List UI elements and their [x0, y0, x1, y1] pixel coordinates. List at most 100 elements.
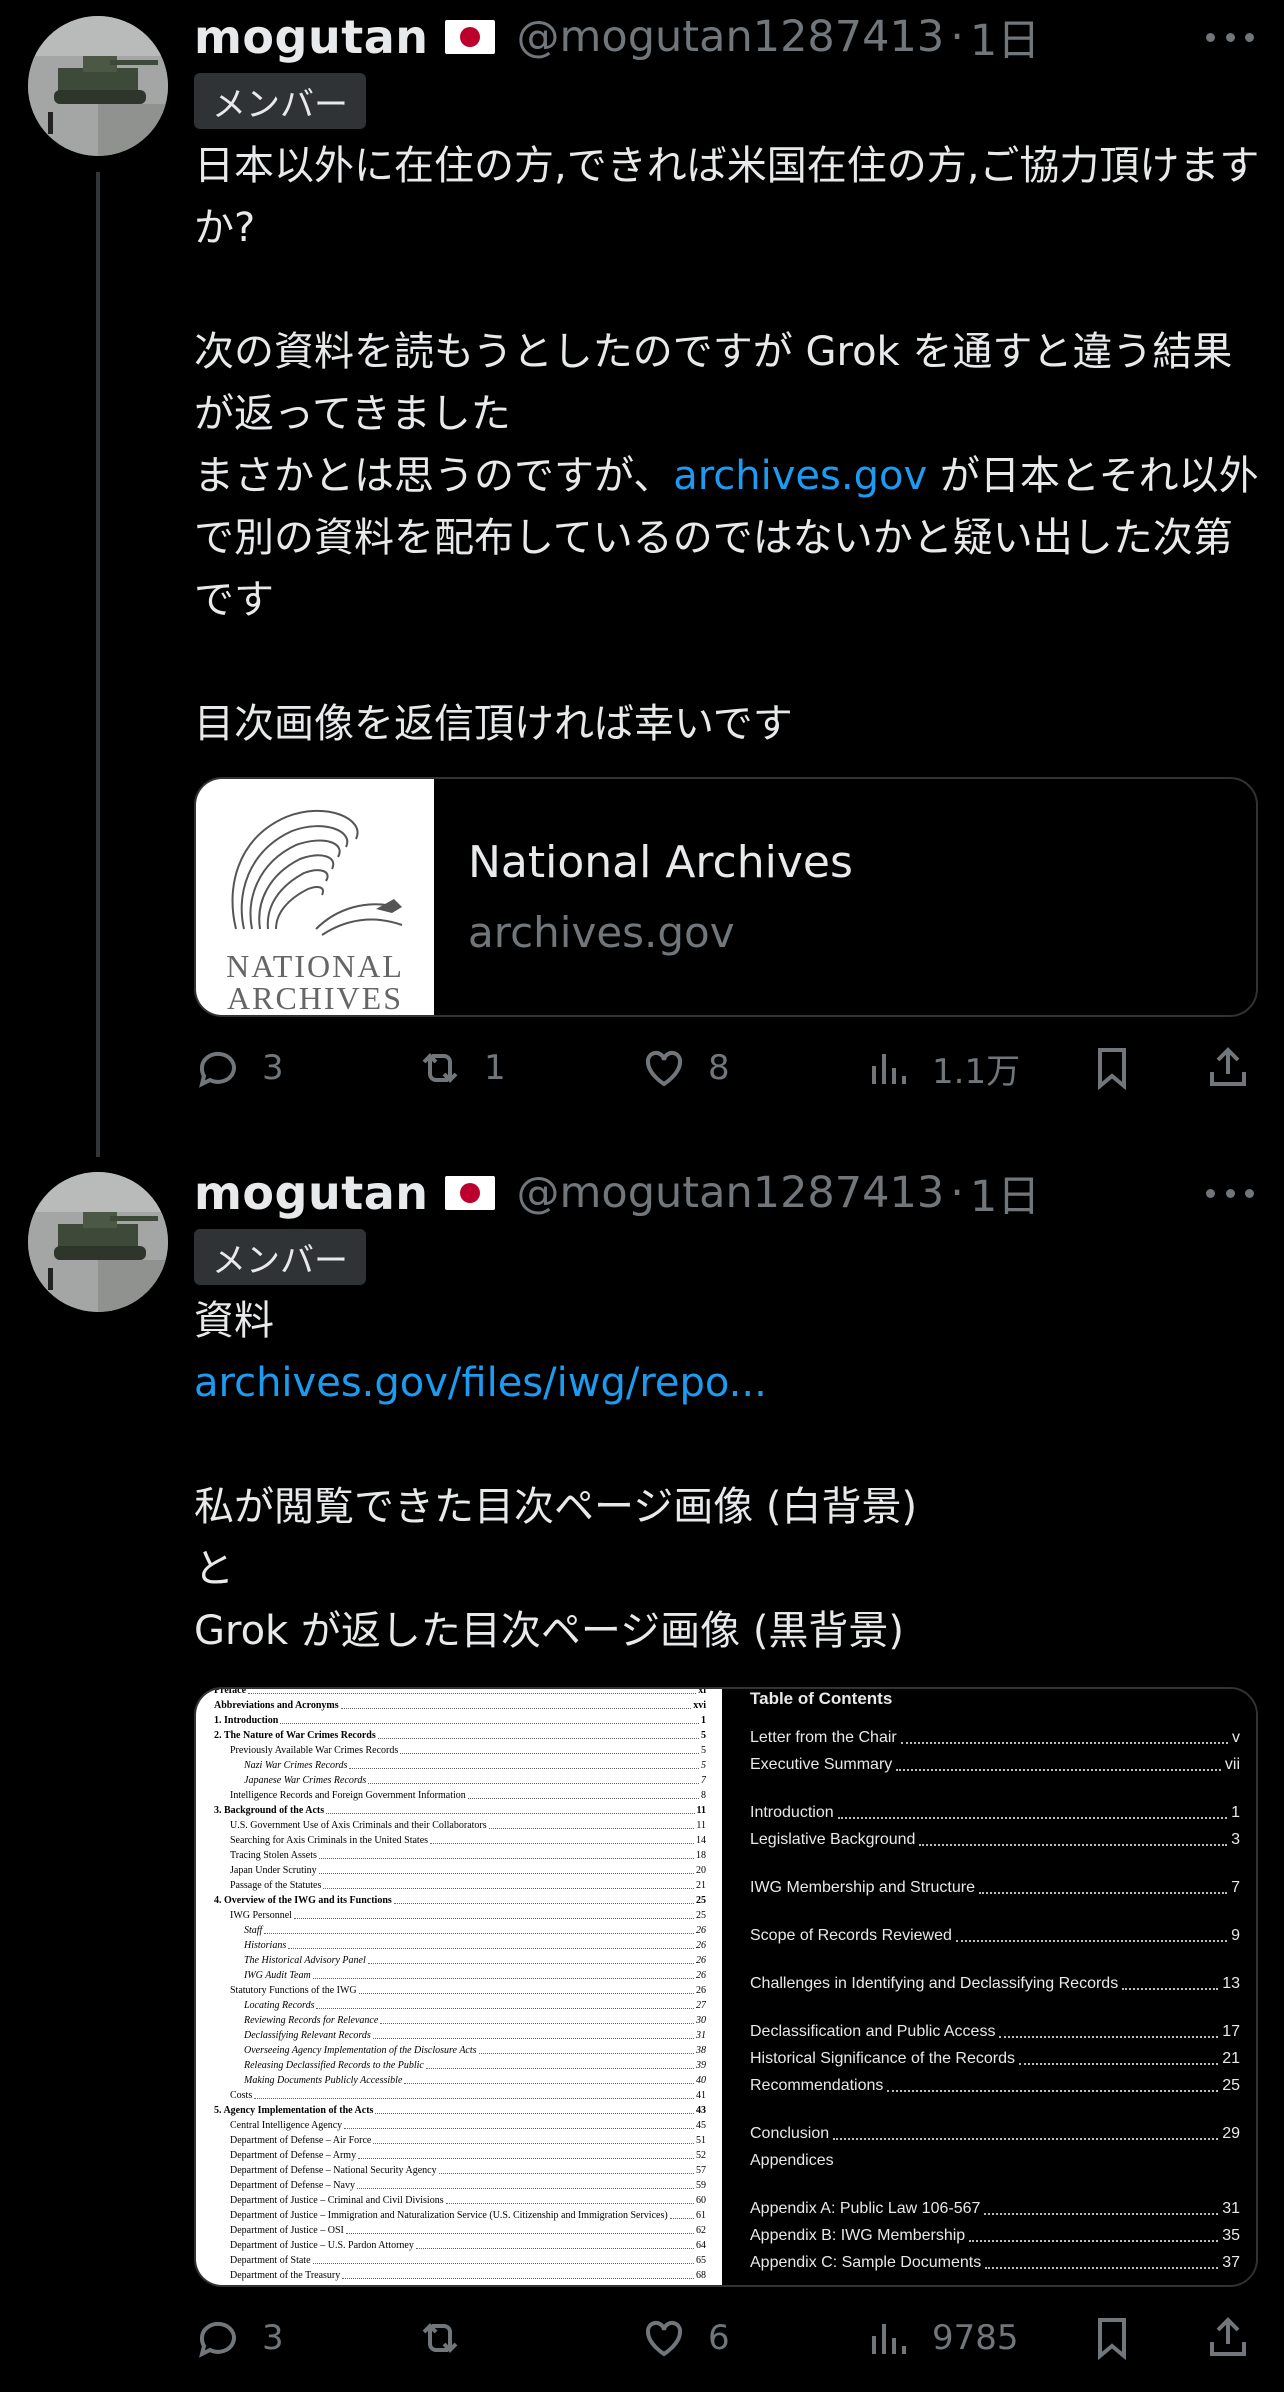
toc-white-row: Department of Justice – U.S. Pardon Atto… — [214, 2238, 706, 2253]
toc-leader-dots — [393, 1893, 694, 1904]
toc-black-row: Declassification and Public Access 17 — [750, 2019, 1240, 2045]
action-bar: 3 1 8 1.1万 — [194, 1038, 1264, 1098]
toc-white-row: 2. The Nature of War Crimes Records 5 — [214, 1728, 706, 1743]
toc-white-entry: Department of Justice – OSI — [230, 2225, 344, 2236]
toc-white-page: 25 — [696, 1910, 706, 1921]
views-button[interactable]: 1.1万 — [864, 1038, 1020, 1098]
views-button[interactable]: 9785 — [864, 2308, 1019, 2368]
toc-white-row: Locating Records 27 — [214, 1998, 706, 2013]
repost-icon — [422, 2323, 458, 2353]
toc-black-row: Letter from the Chair v — [750, 1725, 1240, 1751]
toc-white-row: Staff 26 — [214, 1923, 706, 1938]
reply-button[interactable]: 3 — [194, 1038, 284, 1098]
toc-white-row: 3. Background of the Acts 11 — [214, 1803, 706, 1818]
toc-leader-dots — [318, 1848, 694, 1859]
toc-white-entry: Department of Justice – Criminal and Civ… — [230, 2195, 444, 2206]
toc-leader-dots — [373, 2133, 694, 2144]
more-options-icon[interactable] — [1206, 30, 1254, 44]
avatar-image — [28, 1172, 168, 1312]
toc-white-page: 11 — [696, 1805, 706, 1816]
toc-black-row: Historical Significance of the Records 21 — [750, 2046, 1240, 2072]
toc-leader-dots — [264, 1923, 694, 1934]
more-options-icon[interactable] — [1206, 1186, 1254, 1200]
bookmark-button[interactable] — [1088, 2308, 1156, 2368]
toc-black-entry: Scope of Records Reviewed — [750, 1927, 952, 1944]
avatar[interactable] — [28, 1172, 168, 1312]
toc-black-page: vii — [1224, 1756, 1240, 1773]
toc-white-entry: Statutory Functions of the IWG — [230, 1985, 357, 1996]
toc-leader-dots — [323, 1878, 694, 1889]
bookmark-button[interactable] — [1088, 1038, 1156, 1098]
toc-leader-dots — [955, 1923, 1228, 1942]
toc-black-row: Recommendations 25 — [750, 2073, 1240, 2099]
share-button[interactable] — [1204, 2308, 1272, 2368]
media-image[interactable]: Preface xi Abbreviations and Acronyms xvi 1.… — [194, 1687, 1258, 2287]
timestamp[interactable]: 1日 — [970, 6, 1040, 68]
toc-leader-dots — [488, 1818, 695, 1829]
views-icon — [872, 1054, 906, 1084]
toc-white-row: Japanese War Crimes Records 7 — [214, 1773, 706, 1788]
toc-leader-dots — [467, 1788, 699, 1799]
toc-white-page: 65 — [696, 2255, 706, 2266]
toc-leader-dots — [1019, 2046, 1219, 2065]
reply-count: 3 — [262, 1048, 284, 1088]
toc-leader-dots — [312, 2253, 694, 2264]
toc-white-page: 11 — [696, 1820, 706, 1831]
toc-white-entry: The Historical Advisory Panel — [244, 1955, 366, 1966]
toc-white-row: Department of Justice – Criminal and Civ… — [214, 2193, 706, 2208]
toc-black-entry: Recommendations — [750, 2077, 884, 2094]
toc-leader-dots — [438, 2163, 694, 2174]
toc-white-page: 61 — [696, 2210, 706, 2221]
document-link[interactable]: archives.gov/files/iwg/repo... — [194, 1360, 767, 1406]
toc-leader-dots — [896, 1752, 1221, 1771]
author-name[interactable]: mogutan — [194, 1166, 429, 1220]
reply-count: 3 — [262, 2318, 284, 2358]
toc-black-entry: Appendix B: IWG Membership — [750, 2227, 966, 2244]
toc-white-entry: Preface — [214, 1689, 247, 1696]
repost-button[interactable] — [416, 2308, 484, 2368]
timestamp[interactable]: 1日 — [970, 1162, 1040, 1224]
toc-white-page: 1 — [701, 1715, 706, 1726]
repost-button[interactable]: 1 — [416, 1038, 506, 1098]
link-card[interactable]: NATIONAL ARCHIVES National Archives arch… — [194, 777, 1258, 1017]
toc-leader-dots — [1122, 1971, 1219, 1990]
like-button[interactable]: 8 — [640, 1038, 730, 1098]
toc-leader-dots — [344, 2118, 694, 2129]
like-count: 6 — [708, 2318, 730, 2358]
share-icon — [1210, 2317, 1246, 2356]
toc-black-entry: Conclusion — [750, 2125, 830, 2142]
logo-text-national: NATIONAL — [226, 948, 404, 984]
toc-leader-dots — [478, 2043, 694, 2054]
toc-black-page: 17 — [1222, 2023, 1240, 2040]
toc-white-row: Preface xi — [214, 1689, 706, 1698]
toc-white-page: 45 — [696, 2120, 706, 2131]
toc-black-row: Appendix B: IWG Membership 35 — [750, 2223, 1240, 2249]
toc-leader-dots — [356, 2178, 694, 2189]
author-handle[interactable]: @mogutan1287413 — [517, 12, 945, 62]
toc-black-row: Appendix C: Sample Documents 37 — [750, 2250, 1240, 2276]
toc-white-row: Costs 41 — [214, 2088, 706, 2103]
toc-leader-dots — [248, 1689, 697, 1694]
toc-white-page: 57 — [696, 2165, 706, 2176]
toc-image-white[interactable]: Preface xi Abbreviations and Acronyms xvi 1.… — [196, 1689, 722, 2285]
toc-white-page: 64 — [696, 2240, 706, 2251]
tweet-text-part: 日本以外に在住の方,できれば米国在住の方,ご協力頂けますか? 次の資料を読もうと… — [194, 143, 1260, 499]
toc-leader-dots — [342, 2268, 694, 2279]
toc-white-row: Overseeing Agency Implementation of the … — [214, 2043, 706, 2058]
like-button[interactable]: 6 — [640, 2308, 730, 2368]
toc-leader-dots — [349, 1758, 699, 1769]
author-handle[interactable]: @mogutan1287413 — [517, 1168, 945, 1218]
toc-white-row: Central Intelligence Agency 45 — [214, 2118, 706, 2133]
toc-white-entry: Department of the Treasury — [230, 2270, 341, 2281]
action-bar: 3 6 9785 — [194, 2308, 1264, 2368]
inline-link[interactable]: archives.gov — [673, 453, 927, 499]
toc-white-page: 41 — [696, 2090, 706, 2101]
toc-white-row: Intelligence Records and Foreign Governm… — [214, 1788, 706, 1803]
toc-white-row: Reviewing Records for Relevance 30 — [214, 2013, 706, 2028]
toc-white-page: 7 — [701, 1775, 706, 1786]
share-button[interactable] — [1204, 1038, 1272, 1098]
reply-button[interactable]: 3 — [194, 2308, 284, 2368]
author-name[interactable]: mogutan — [194, 10, 429, 64]
avatar[interactable] — [28, 16, 168, 156]
toc-image-black[interactable]: Table of Contents Letter from the Chair v… — [722, 1689, 1256, 2285]
